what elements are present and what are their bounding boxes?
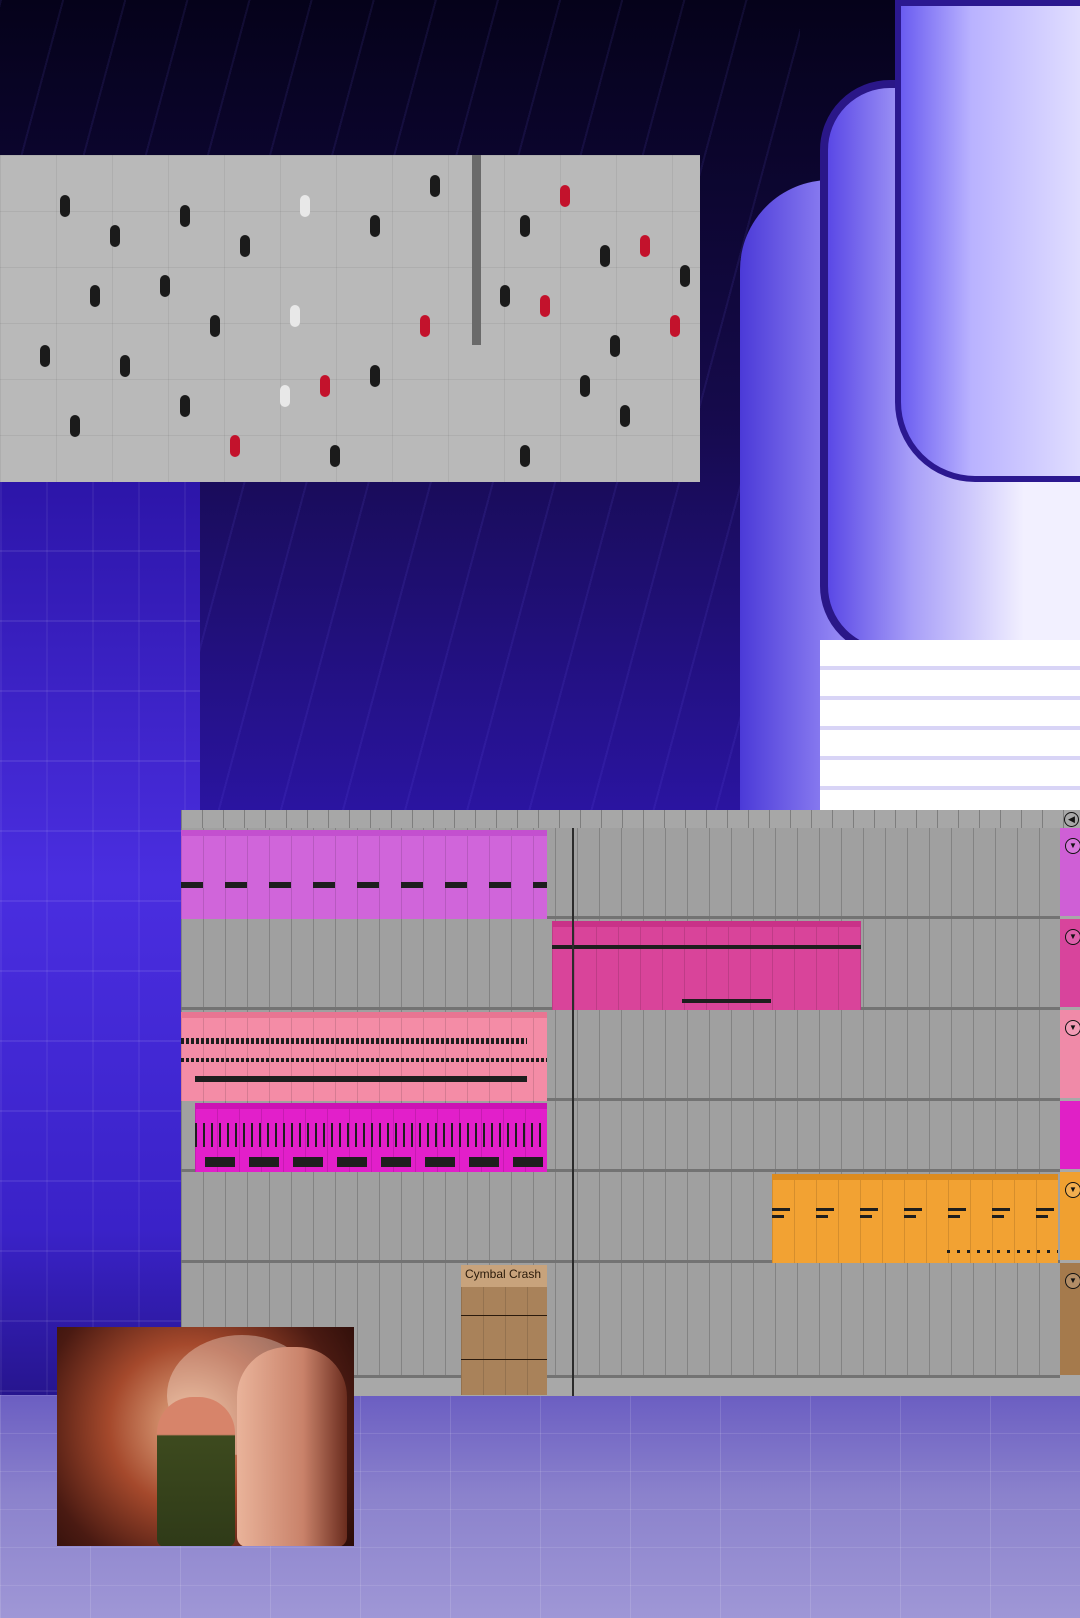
note-lane xyxy=(195,1123,547,1147)
man-face xyxy=(237,1347,347,1546)
person xyxy=(670,315,680,337)
note-lane xyxy=(181,1038,527,1044)
chevron-down-circle-icon[interactable]: ▼ xyxy=(1065,838,1080,854)
note-lane xyxy=(181,882,547,888)
person xyxy=(210,315,220,337)
person xyxy=(160,275,170,297)
note-lane xyxy=(195,1076,527,1082)
note-lane xyxy=(772,1215,1058,1218)
light-panel-grid xyxy=(820,640,1080,810)
person xyxy=(430,175,440,197)
waveform xyxy=(461,1315,547,1316)
person xyxy=(280,385,290,407)
chevron-down-circle-icon[interactable]: ▼ xyxy=(1065,929,1080,945)
track-row[interactable] xyxy=(181,828,1060,920)
person xyxy=(230,435,240,457)
note-lane xyxy=(181,1058,547,1062)
person xyxy=(600,245,610,267)
person xyxy=(610,335,620,357)
person xyxy=(540,295,550,317)
playhead[interactable] xyxy=(572,828,574,1396)
midi-clip[interactable] xyxy=(181,830,547,920)
person xyxy=(110,225,120,247)
clip-grid xyxy=(461,1287,547,1395)
person xyxy=(560,185,570,207)
clip-grid xyxy=(181,836,547,920)
midi-clip[interactable] xyxy=(181,1012,547,1102)
person xyxy=(40,345,50,367)
person xyxy=(520,215,530,237)
timeline-ruler[interactable] xyxy=(181,810,1080,829)
person xyxy=(180,395,190,417)
daw-arrangement-view: ◀ ▼ ▼ ▼ ▼ Cymbal Crash ▼ xyxy=(181,810,1080,1396)
midi-clip[interactable] xyxy=(552,921,861,1011)
person xyxy=(580,375,590,397)
note-lane xyxy=(947,1250,1058,1253)
midi-clip[interactable] xyxy=(772,1174,1058,1264)
woman-figure xyxy=(157,1397,235,1546)
light-panel xyxy=(895,0,1080,482)
note-lane xyxy=(772,1208,1058,1211)
person xyxy=(290,305,300,327)
note-lane xyxy=(552,945,861,949)
person xyxy=(90,285,100,307)
arrow-left-circle-icon[interactable]: ◀ xyxy=(1064,812,1079,827)
track-row[interactable] xyxy=(181,919,1060,1011)
waveform xyxy=(461,1359,547,1360)
person xyxy=(500,285,510,307)
midi-clip[interactable] xyxy=(195,1103,547,1173)
person xyxy=(70,415,80,437)
person xyxy=(60,195,70,217)
note-lane xyxy=(682,999,771,1003)
person xyxy=(370,365,380,387)
clip-name: Cymbal Crash xyxy=(465,1267,542,1281)
person xyxy=(180,205,190,227)
person xyxy=(420,315,430,337)
person xyxy=(520,445,530,467)
film-still-overlay xyxy=(57,1327,354,1546)
track-row[interactable] xyxy=(181,1010,1060,1102)
chevron-down-circle-icon[interactable]: ▼ xyxy=(1065,1182,1080,1198)
person xyxy=(330,445,340,467)
person xyxy=(640,235,650,257)
person xyxy=(300,195,310,217)
lamp-pole xyxy=(472,155,481,345)
track-row[interactable] xyxy=(181,1101,1060,1173)
person xyxy=(240,235,250,257)
person xyxy=(680,265,690,287)
track-color-strip[interactable] xyxy=(1060,1101,1080,1169)
note-lane xyxy=(205,1157,547,1167)
person xyxy=(320,375,330,397)
chevron-down-circle-icon[interactable]: ▼ xyxy=(1065,1273,1080,1289)
person xyxy=(120,355,130,377)
audio-clip-cymbal-crash[interactable] xyxy=(461,1265,547,1395)
chevron-down-circle-icon[interactable]: ▼ xyxy=(1065,1020,1080,1036)
person xyxy=(620,405,630,427)
person xyxy=(370,215,380,237)
crowd-video-overlay xyxy=(0,155,700,482)
track-row[interactable] xyxy=(181,1172,1060,1264)
